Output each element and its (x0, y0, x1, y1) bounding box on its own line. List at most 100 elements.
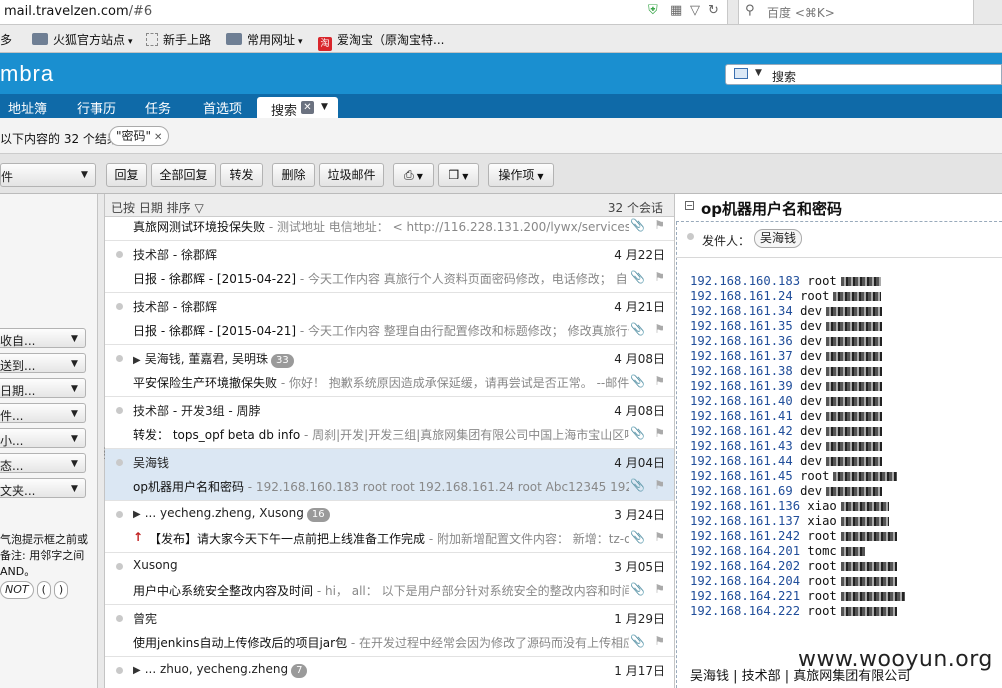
ip-address[interactable]: 192.168.161.137 (690, 514, 800, 528)
url-field[interactable]: mail.travelzen.com/#6 ⛨ ▦ ▽ ↻ (0, 0, 728, 24)
flag-icon[interactable]: ⚑ (654, 218, 665, 232)
flag-icon[interactable]: ⚑ (654, 582, 665, 596)
chevron-down-icon[interactable]: ▼ (755, 68, 762, 78)
filter-date[interactable]: 日期... ▼ (0, 378, 86, 398)
filter-size[interactable]: 小... ▼ (0, 428, 86, 448)
chevron-down-icon[interactable]: ▼ (321, 102, 328, 112)
message-row[interactable]: ▶ 吴海钱, 董嘉君, 吴明珠 33 4 月08日 平安保险生产环境撤保失败 - 你好！… (105, 345, 674, 397)
sort-label[interactable]: 已按 日期 排序 ▽ (111, 199, 204, 216)
bookmark-common-sites[interactable]: 常用网址 ▾ (226, 31, 303, 48)
message-row[interactable]: 曾宪 1 月29日 使用jenkins自动上传修改后的项目jar包 - 在开发过程中… (105, 605, 674, 657)
message-row[interactable]: 技术部 - 开发3组 - 周脖 4 月08日 转发： tops_opf beta d… (105, 397, 674, 449)
filter-attachment[interactable]: 件... ▼ (0, 403, 86, 423)
flag-icon[interactable]: ⚑ (654, 426, 665, 440)
bookmark-taobao[interactable]: 淘爱淘宝（原淘宝特... (318, 31, 444, 51)
bookmark-firefox-sites[interactable]: 火狐官方站点 ▾ (32, 31, 133, 48)
ip-address[interactable]: 192.168.164.204 (690, 574, 800, 588)
message-row[interactable]: ▶ 吴海钱, 顾愿辉25月08日真旅网测试环境投保失败 - 测试地址 电信地址：… (105, 217, 674, 241)
tab-search[interactable]: 搜索 ✕ ▼ (257, 97, 338, 119)
print-button[interactable]: ⎙ ▼ (393, 163, 434, 187)
ip-address[interactable]: 192.168.161.41 (690, 409, 793, 423)
read-status-icon[interactable] (116, 407, 123, 414)
ip-address[interactable]: 192.168.161.43 (690, 439, 793, 453)
ip-address[interactable]: 192.168.161.242 (690, 529, 800, 543)
read-status-icon[interactable] (116, 303, 123, 310)
filter-folder[interactable]: 文夹... ▼ (0, 478, 86, 498)
tab-calendar[interactable]: 行事历 (77, 98, 116, 117)
ip-address[interactable]: 192.168.164.222 (690, 604, 800, 618)
folder-select[interactable]: 件 ▼ (0, 163, 96, 187)
ip-address[interactable]: 192.168.164.221 (690, 589, 800, 603)
expand-icon[interactable]: ▶ (133, 509, 141, 520)
search-input[interactable]: ▼ 搜索 (725, 64, 1002, 85)
ip-address[interactable]: 192.168.161.40 (690, 394, 793, 408)
read-status-icon[interactable] (116, 563, 123, 570)
flag-icon[interactable]: ⚑ (654, 322, 665, 336)
ip-address[interactable]: 192.168.160.183 (690, 274, 800, 288)
ip-address[interactable]: 192.168.161.39 (690, 379, 793, 393)
message-row[interactable]: 吴海钱 4 月04日 op机器用户名和密码 - 192.168.160.183 ro… (105, 449, 674, 501)
message-row[interactable]: ▶... zhuo, yecheng.zheng 7 1 月17日 (105, 657, 674, 688)
browser-search-field[interactable]: ⚲ 百度 <⌘K> (738, 0, 974, 24)
read-status-icon[interactable] (116, 459, 123, 466)
chevron-down-icon: ▼ (71, 334, 78, 344)
expand-icon[interactable]: ▶ (133, 355, 141, 366)
query-chip[interactable]: "密码" ✕ (109, 126, 170, 146)
message-row[interactable]: 技术部 - 徐郡辉 4 月21日 日报 - 徐郡辉 - [2015-04-21] -… (105, 293, 674, 345)
tab-preferences[interactable]: 首选项 (203, 98, 242, 117)
ip-address[interactable]: 192.168.164.202 (690, 559, 800, 573)
sender-chip[interactable]: 吴海钱 (754, 229, 803, 248)
shield-icon[interactable]: ⛨ (648, 3, 658, 18)
close-paren-button[interactable]: ) (53, 581, 69, 599)
flag-icon[interactable]: ⚑ (654, 634, 665, 648)
qr-code-icon[interactable]: ▦ (670, 3, 682, 18)
flag-icon[interactable]: ⚑ (654, 374, 665, 388)
tab-contacts[interactable]: 地址簿 (8, 98, 47, 117)
dropdown-arrow-icon[interactable]: ▽ (690, 3, 700, 18)
bookmark-getting-started[interactable]: 新手上路 (146, 31, 211, 48)
flag-icon[interactable]: ⚑ (654, 478, 665, 492)
filter-sent-to[interactable]: 送到... ▼ (0, 353, 86, 373)
message-row[interactable]: ▶... yecheng.zheng, Xusong 16 3 月24日 ↑ 【发布】请… (105, 501, 674, 553)
reload-icon[interactable]: ↻ (708, 3, 719, 18)
ip-address[interactable]: 192.168.161.37 (690, 349, 793, 363)
ip-address[interactable]: 192.168.161.24 (690, 289, 793, 303)
forward-button[interactable]: 转发 (220, 163, 263, 187)
actions-button[interactable]: 操作项 ▼ (488, 163, 554, 187)
ip-address[interactable]: 192.168.164.201 (690, 544, 800, 558)
read-status-icon[interactable] (116, 251, 123, 258)
ip-address[interactable]: 192.168.161.42 (690, 424, 793, 438)
not-operator-button[interactable]: NOT (0, 581, 34, 599)
tab-tasks[interactable]: 任务 (145, 98, 171, 117)
collapse-icon[interactable]: − (685, 201, 694, 210)
filter-status[interactable]: 态... ▼ (0, 453, 86, 473)
ip-address[interactable]: 192.168.161.35 (690, 319, 793, 333)
close-icon[interactable]: ✕ (301, 101, 314, 114)
delete-button[interactable]: 删除 (272, 163, 315, 187)
flag-icon[interactable]: ⚑ (654, 270, 665, 284)
bookmark-more[interactable]: 多 (0, 31, 12, 48)
expand-icon[interactable]: ▶ (133, 665, 141, 676)
reply-button[interactable]: 回复 (106, 163, 147, 187)
ip-address[interactable]: 192.168.161.45 (690, 469, 793, 483)
message-row[interactable]: 技术部 - 徐郡辉 4 月22日 日报 - 徐郡辉 - [2015-04-22] -… (105, 241, 674, 293)
junk-button[interactable]: 垃圾邮件 (319, 163, 384, 187)
reply-all-button[interactable]: 全部回复 (151, 163, 216, 187)
ip-address[interactable]: 192.168.161.36 (690, 334, 793, 348)
tag-button[interactable]: ❒ ▼ (438, 163, 479, 187)
read-status-icon[interactable] (116, 355, 123, 362)
ip-address[interactable]: 192.168.161.136 (690, 499, 800, 513)
panel-splitter[interactable]: ⋮⋮ (98, 194, 109, 688)
ip-address[interactable]: 192.168.161.34 (690, 304, 793, 318)
ip-address[interactable]: 192.168.161.38 (690, 364, 793, 378)
open-paren-button[interactable]: ( (36, 581, 51, 599)
flag-icon[interactable]: ⚑ (654, 530, 665, 544)
filter-received-from[interactable]: 收自... ▼ (0, 328, 86, 348)
read-status-icon[interactable] (116, 511, 123, 518)
message-row[interactable]: Xusong 3 月05日 用户中心系统安全整改内容及时间 - hi， all： 以… (105, 553, 674, 605)
read-status-icon[interactable] (116, 615, 123, 622)
ip-address[interactable]: 192.168.161.44 (690, 454, 793, 468)
read-status-icon[interactable] (116, 667, 123, 674)
remove-query-icon[interactable]: ✕ (154, 132, 162, 143)
ip-address[interactable]: 192.168.161.69 (690, 484, 793, 498)
